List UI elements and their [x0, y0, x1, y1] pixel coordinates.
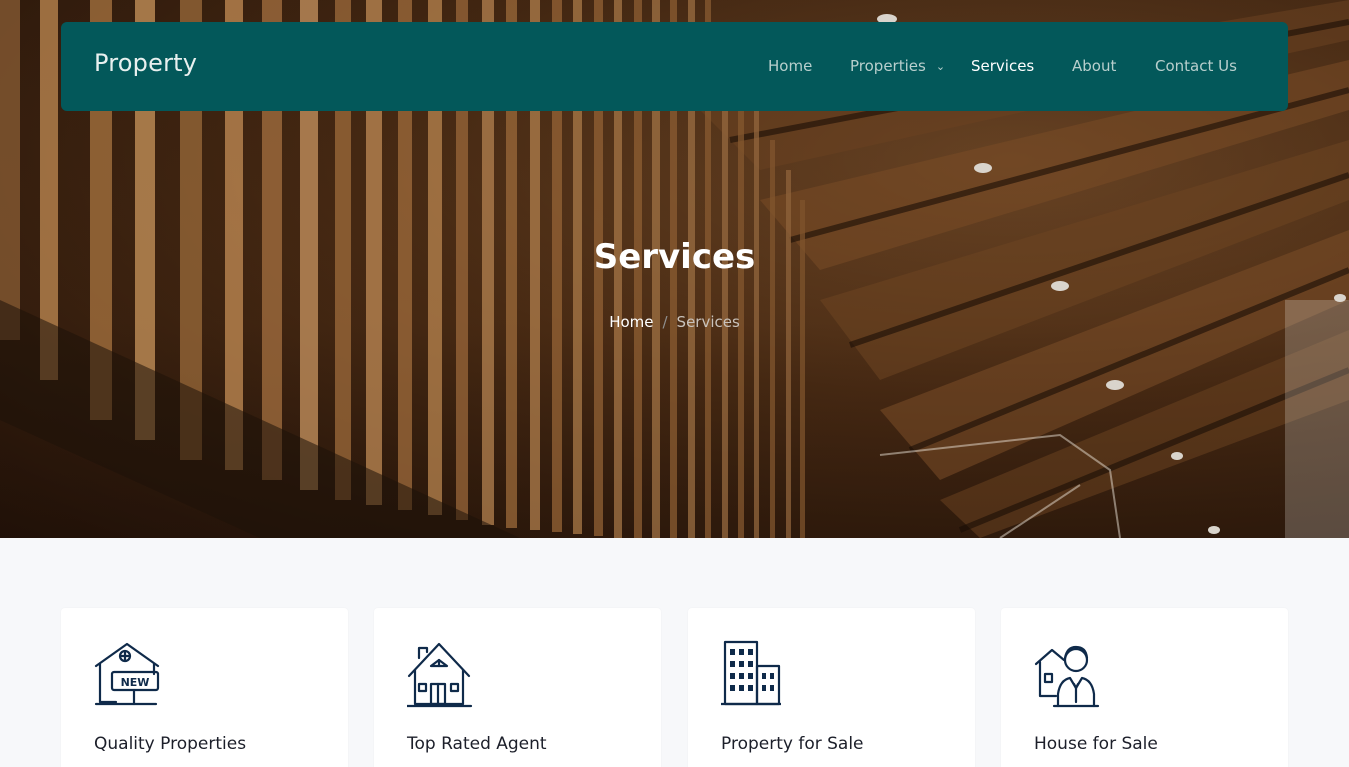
service-card-top-rated-agent[interactable]: Top Rated Agent [374, 608, 661, 767]
building-icon [721, 640, 781, 706]
nav-home[interactable]: Home [768, 57, 812, 75]
chevron-down-icon: ⌄ [935, 60, 946, 73]
service-card-title: Top Rated Agent [407, 734, 547, 754]
service-card-title: Property for Sale [721, 734, 864, 754]
nav-contact-us[interactable]: Contact Us [1155, 57, 1237, 75]
page-title: Services [593, 237, 756, 277]
service-card-title: Quality Properties [94, 734, 247, 754]
service-card-property-for-sale[interactable]: Property for Sale [688, 608, 975, 767]
breadcrumb: Home / Services [0, 313, 1349, 331]
house-icon [407, 642, 473, 708]
breadcrumb-current: Services [676, 313, 740, 331]
new-house-icon: NEW [94, 642, 160, 706]
service-card-quality-properties[interactable]: NEW Quality Properties [61, 608, 348, 767]
nav-about[interactable]: About [1072, 57, 1116, 75]
svg-text:NEW: NEW [121, 676, 150, 689]
nav-services[interactable]: Services [971, 57, 1034, 75]
service-card-house-for-sale[interactable]: House for Sale [1001, 608, 1288, 767]
main-navbar: Property Home Properties ⌄ Services About… [61, 22, 1288, 111]
services-section: NEW Quality Properties Top Rated Agent P… [0, 538, 1349, 767]
nav-properties-label: Properties [850, 57, 926, 75]
hero-banner: Property Home Properties ⌄ Services About… [0, 0, 1349, 538]
breadcrumb-separator: / [662, 313, 668, 331]
agent-house-icon [1034, 645, 1100, 708]
service-card-title: House for Sale [1034, 734, 1158, 754]
nav-properties[interactable]: Properties ⌄ [850, 57, 945, 75]
brand-logo[interactable]: Property [94, 49, 197, 77]
breadcrumb-home[interactable]: Home [609, 313, 653, 331]
